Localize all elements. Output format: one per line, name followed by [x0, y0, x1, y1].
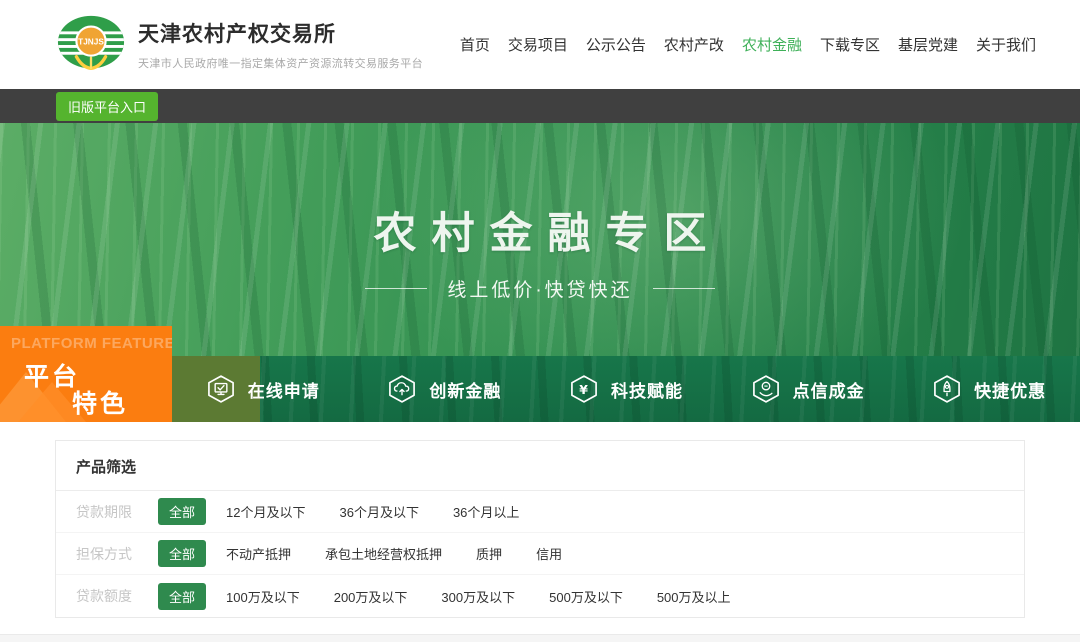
filter-row-label: 贷款期限	[76, 502, 140, 522]
filter-options: 100万及以下 200万及以下 300万及以下 500万及以下 500万及以上	[226, 587, 731, 606]
filter-options: 12个月及以下 36个月及以下 36个月以上	[226, 502, 519, 521]
tab-online-apply[interactable]: 在线申请	[172, 356, 354, 422]
filter-option[interactable]: 承包土地经营权抵押	[325, 544, 442, 563]
nav-party-building[interactable]: 基层党建	[898, 34, 958, 55]
filter-option[interactable]: 200万及以下	[334, 587, 408, 606]
platform-features-ribbon: PLATFORM FEATURES 平台 特色	[0, 326, 172, 422]
nav-rural-finance[interactable]: 农村金融	[742, 34, 802, 55]
tab-credit-gold[interactable]: 点信成金	[717, 356, 899, 422]
credit-gold-icon	[751, 374, 781, 404]
feature-tabs: 在线申请 创新金融 ¥ 科技赋能	[172, 356, 1080, 422]
site-subtitle: 天津市人民政府唯一指定集体资产资源流转交易服务平台	[138, 55, 423, 71]
ribbon-zh-line2: 特色	[72, 384, 128, 420]
hero-banner: 农村金融专区 线上低价·快贷快还 在线申请	[0, 123, 1080, 422]
tab-label: 创新金融	[429, 377, 501, 402]
filter-option[interactable]: 500万及以下	[549, 587, 623, 606]
filter-card-title: 产品筛选	[56, 441, 1024, 491]
filter-option[interactable]: 500万及以上	[657, 587, 731, 606]
online-apply-icon	[206, 374, 236, 404]
tab-label: 点信成金	[793, 377, 865, 402]
subtitle-left-line	[365, 288, 427, 289]
filter-row-loan-amount: 贷款额度 全部 100万及以下 200万及以下 300万及以下 500万及以下 …	[56, 575, 1024, 617]
nav-rural-reform[interactable]: 农村产改	[664, 34, 724, 55]
filter-all-badge[interactable]: 全部	[158, 540, 206, 567]
tab-label: 快捷优惠	[974, 377, 1046, 402]
site-identity: 天津农村产权交易所 天津市人民政府唯一指定集体资产资源流转交易服务平台	[138, 18, 423, 71]
filter-row-loan-term: 贷款期限 全部 12个月及以下 36个月及以下 36个月以上	[56, 491, 1024, 533]
svg-text:TJNJS: TJNJS	[78, 37, 104, 46]
nav-download-zone[interactable]: 下载专区	[820, 34, 880, 55]
subtitle-right-line	[653, 288, 715, 289]
tab-fast-discount[interactable]: 快捷优惠	[898, 356, 1080, 422]
filter-options: 不动产抵押 承包土地经营权抵押 质押 信用	[226, 544, 562, 563]
feature-tab-strip: 在线申请 创新金融 ¥ 科技赋能	[172, 356, 1080, 422]
site-logo-icon: TJNJS	[56, 10, 126, 80]
nav-about-us[interactable]: 关于我们	[976, 34, 1036, 55]
hero-subtitle-row: 线上低价·快贷快还	[0, 275, 1080, 302]
filter-option[interactable]: 不动产抵押	[226, 544, 291, 563]
filter-row-label: 担保方式	[76, 544, 140, 564]
tab-label: 科技赋能	[611, 377, 683, 402]
ribbon-english-label: PLATFORM FEATURES	[11, 335, 172, 352]
nav-trade-projects[interactable]: 交易项目	[508, 34, 568, 55]
filter-option[interactable]: 100万及以下	[226, 587, 300, 606]
filter-all-badge[interactable]: 全部	[158, 583, 206, 610]
svg-text:¥: ¥	[579, 382, 589, 397]
filter-option[interactable]: 300万及以下	[441, 587, 515, 606]
site-header: TJNJS 天津农村产权交易所 天津市人民政府唯一指定集体资产资源流转交易服务平…	[0, 0, 1080, 89]
tab-tech-enable[interactable]: ¥ 科技赋能	[535, 356, 717, 422]
fast-discount-icon	[932, 374, 962, 404]
main-nav: 首页 交易项目 公示公告 农村产改 农村金融 下载专区 基层党建 关于我们	[460, 34, 1036, 55]
product-filter-card: 产品筛选 贷款期限 全部 12个月及以下 36个月及以下 36个月以上 担保方式…	[55, 440, 1025, 618]
utility-bar: 旧版平台入口	[0, 89, 1080, 123]
footer-strip	[0, 634, 1080, 642]
tab-label: 在线申请	[248, 377, 320, 402]
filter-row-guarantee-type: 担保方式 全部 不动产抵押 承包土地经营权抵押 质押 信用	[56, 533, 1024, 575]
nav-public-notice[interactable]: 公示公告	[586, 34, 646, 55]
filter-option[interactable]: 36个月及以下	[339, 502, 418, 521]
filter-all-badge[interactable]: 全部	[158, 498, 206, 525]
tech-enable-icon: ¥	[569, 374, 599, 404]
old-platform-entry-button[interactable]: 旧版平台入口	[56, 92, 158, 121]
filter-option[interactable]: 36个月以上	[453, 502, 519, 521]
nav-home[interactable]: 首页	[460, 34, 490, 55]
hero-title: 农村金融专区	[0, 199, 1080, 261]
filter-option[interactable]: 质押	[476, 544, 502, 563]
tab-innovation-finance[interactable]: 创新金融	[354, 356, 536, 422]
filter-option[interactable]: 12个月及以下	[226, 502, 305, 521]
filter-option[interactable]: 信用	[536, 544, 562, 563]
hero-subtitle: 线上低价·快贷快还	[447, 275, 632, 302]
innovation-finance-icon	[387, 374, 417, 404]
filter-row-label: 贷款额度	[76, 586, 140, 606]
site-title: 天津农村产权交易所	[138, 18, 423, 48]
